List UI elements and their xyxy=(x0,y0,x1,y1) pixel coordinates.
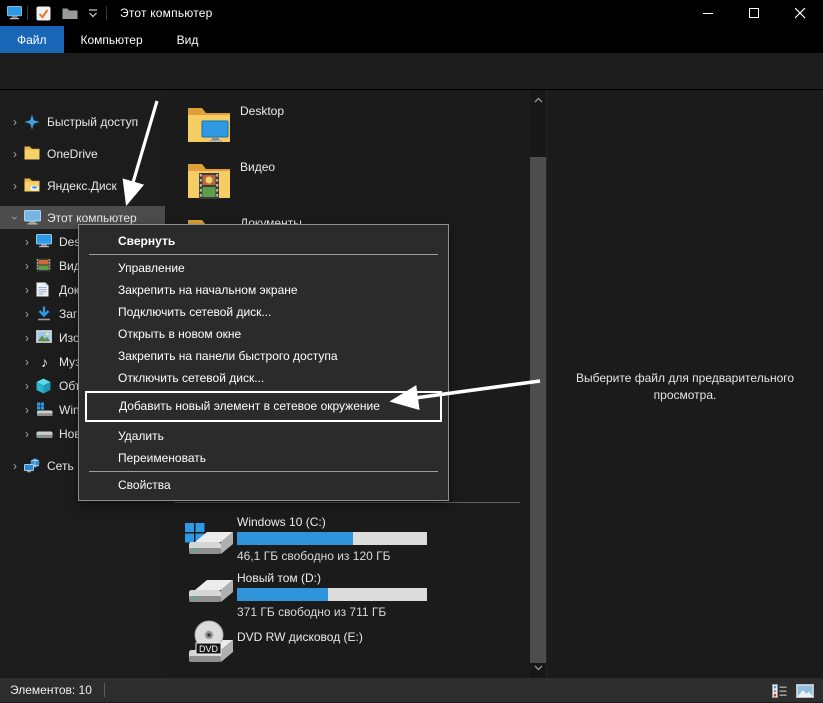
chevron-right-icon[interactable]: › xyxy=(8,115,22,129)
sidebar-item-label: Быстрый доступ xyxy=(47,115,138,129)
drive-name: DVD RW дисковод (E:) xyxy=(237,630,363,644)
windows-drive-icon xyxy=(183,515,235,564)
music-icon: ♪ xyxy=(36,354,53,370)
window-computer-icon xyxy=(7,0,22,26)
menu-item-rename[interactable]: Переименовать xyxy=(79,447,448,469)
sidebar-item-label: OneDrive xyxy=(47,147,98,161)
customize-quick-access-chevron-icon[interactable] xyxy=(85,0,101,26)
desktop-icon xyxy=(36,234,53,250)
menu-separator xyxy=(89,471,438,472)
chevron-right-icon[interactable]: › xyxy=(20,355,34,369)
titlebar-separator xyxy=(27,6,28,20)
scrollbar-thumb[interactable] xyxy=(530,157,546,663)
network-icon xyxy=(24,458,41,474)
view-switcher xyxy=(769,678,815,703)
drive-usage-fill xyxy=(237,532,353,545)
tab-view[interactable]: Вид xyxy=(160,26,216,53)
sidebar-item-label: Этот компьютер xyxy=(47,211,137,225)
documents-icon xyxy=(36,282,53,298)
sidebar-item-quick-access[interactable]: › Быстрый доступ xyxy=(0,110,165,133)
chevron-right-icon[interactable]: › xyxy=(8,179,22,193)
statusbar-divider xyxy=(104,683,105,697)
pictures-icon xyxy=(36,330,53,346)
status-bar: Элементов: 10 xyxy=(0,677,823,702)
menu-item-disconnect-network-drive[interactable]: Отключить сетевой диск... xyxy=(79,367,448,389)
tab-computer[interactable]: Компьютер xyxy=(64,26,160,53)
dvd-drive-icon: DVD xyxy=(183,620,235,673)
menu-item-manage[interactable]: Управление xyxy=(79,257,448,279)
drive-icon xyxy=(183,576,235,621)
sidebar-item-onedrive[interactable]: › OneDrive xyxy=(0,142,165,165)
chevron-right-icon[interactable]: › xyxy=(20,283,34,297)
chevron-right-icon[interactable]: › xyxy=(8,147,22,161)
quick-access-star-icon xyxy=(24,114,41,130)
menu-item-pin-to-start[interactable]: Закрепить на начальном экране xyxy=(79,279,448,301)
menu-item-map-network-drive[interactable]: Подключить сетевой диск... xyxy=(79,301,448,323)
sidebar-item-label: Сеть xyxy=(47,459,74,473)
chevron-right-icon[interactable]: › xyxy=(20,259,34,273)
menu-item-properties[interactable]: Свойства xyxy=(79,474,448,496)
explorer-window: { "title_bar": { "title": "Этот компьюте… xyxy=(0,0,823,702)
scroll-up-icon[interactable] xyxy=(530,92,546,107)
windows-drive-icon xyxy=(36,402,53,418)
menu-item-add-network-location[interactable]: Добавить новый элемент в сетевое окружен… xyxy=(85,391,442,422)
ribbon-tab-row: Файл Компьютер Вид xyxy=(0,26,823,53)
minimize-button[interactable] xyxy=(685,0,731,26)
titlebar-separator xyxy=(106,6,107,20)
folder-tile-label: Видео xyxy=(240,160,275,174)
menu-separator xyxy=(89,254,438,255)
preview-pane: Выберите файл для предварительного просм… xyxy=(546,90,823,677)
chevron-right-icon[interactable]: › xyxy=(20,403,34,417)
window-title: Этот компьютер xyxy=(120,6,213,20)
new-folder-icon[interactable] xyxy=(59,0,81,26)
menu-item-open-in-new-window[interactable]: Открыть в новом окне xyxy=(79,323,448,345)
drive-usage-bar xyxy=(237,588,427,601)
chevron-right-icon[interactable]: › xyxy=(20,307,34,321)
preview-message: Выберите файл для предварительного просм… xyxy=(565,370,805,404)
drive-icon xyxy=(36,426,53,442)
chevron-right-icon[interactable]: › xyxy=(20,331,34,345)
close-button[interactable] xyxy=(777,0,823,26)
vertical-scrollbar[interactable] xyxy=(530,90,546,677)
3d-objects-cube-icon xyxy=(36,378,53,394)
sidebar-item-label: Яндекс.Диск xyxy=(47,179,117,193)
dvd-badge: DVD xyxy=(199,644,219,654)
window-controls xyxy=(685,0,823,26)
downloads-icon xyxy=(36,306,53,322)
context-menu: Свернуть Управление Закрепить на начальн… xyxy=(78,224,449,501)
menu-item-pin-to-quick-access[interactable]: Закрепить на панели быстрого доступа xyxy=(79,345,448,367)
drive-name: Новый том (D:) xyxy=(237,571,321,585)
large-icons-view-button[interactable] xyxy=(795,681,815,701)
chevron-right-icon[interactable]: › xyxy=(20,235,34,249)
chevron-right-icon[interactable]: › xyxy=(20,427,34,441)
navigation-bar xyxy=(0,53,823,90)
title-bar: Этот компьютер xyxy=(0,0,823,26)
drive-usage-fill xyxy=(237,588,328,601)
maximize-button[interactable] xyxy=(731,0,777,26)
scroll-down-icon[interactable] xyxy=(530,660,546,675)
chevron-right-icon[interactable]: › xyxy=(8,459,22,473)
tab-file[interactable]: Файл xyxy=(0,26,64,53)
details-view-button[interactable] xyxy=(769,681,789,701)
chevron-down-icon[interactable]: › xyxy=(8,211,22,225)
properties-check-icon[interactable] xyxy=(33,0,53,26)
videos-folder-icon xyxy=(185,156,233,207)
menu-item-collapse[interactable]: Свернуть xyxy=(79,230,448,252)
drive-name: Windows 10 (C:) xyxy=(237,515,326,529)
videos-icon xyxy=(36,258,53,274)
menu-item-delete[interactable]: Удалить xyxy=(79,425,448,447)
drive-free-space: 371 ГБ свободно из 711 ГБ xyxy=(237,605,386,619)
drive-usage-bar xyxy=(237,532,427,545)
sidebar-item-yandex-disk[interactable]: › Яндекс.Диск xyxy=(0,174,165,197)
drive-free-space: 46,1 ГБ свободно из 120 ГБ xyxy=(237,549,391,563)
items-count: Элементов: 10 xyxy=(10,683,92,697)
folder-tile-label: Desktop xyxy=(240,104,284,118)
this-pc-icon xyxy=(24,210,41,226)
desktop-folder-icon xyxy=(185,100,233,151)
chevron-right-icon[interactable]: › xyxy=(20,379,34,393)
yandex-disk-folder-icon xyxy=(24,178,41,194)
folder-icon xyxy=(24,146,41,162)
